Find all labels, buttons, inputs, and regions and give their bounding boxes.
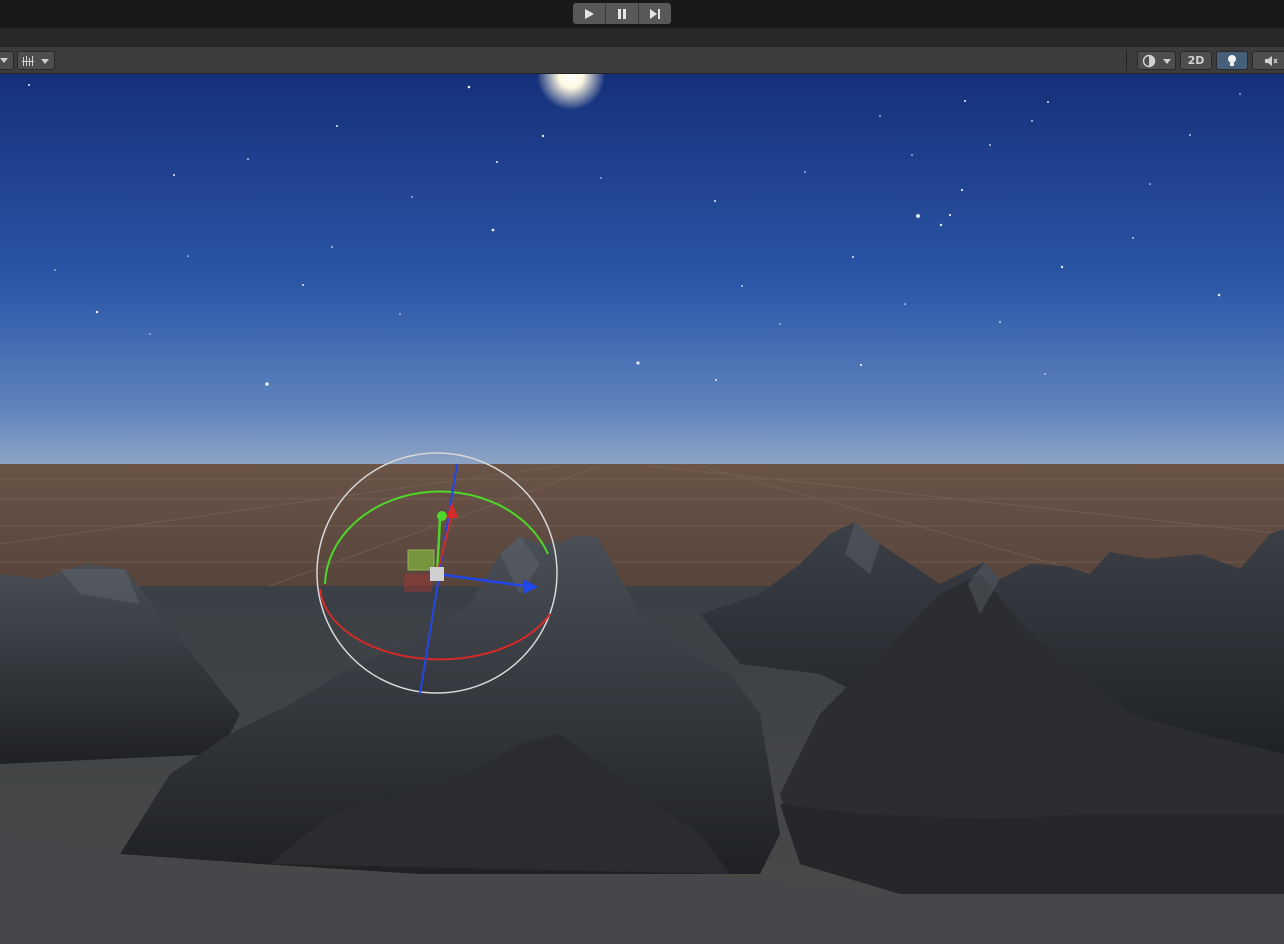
play-controls bbox=[573, 3, 671, 24]
2d-label: 2D bbox=[1187, 54, 1205, 67]
scene-view-toolbar: 2D bbox=[0, 47, 1284, 74]
gizmo-y-handle[interactable] bbox=[437, 511, 447, 521]
left-dropdown-button[interactable] bbox=[0, 51, 14, 70]
scene-render[interactable] bbox=[0, 74, 1284, 944]
tab-strip bbox=[0, 28, 1284, 47]
step-button[interactable] bbox=[639, 3, 671, 24]
light-bulb-icon bbox=[1228, 54, 1236, 66]
skybox bbox=[0, 74, 1284, 466]
grid-snapping-button[interactable] bbox=[17, 51, 55, 70]
play-mode-bar bbox=[0, 0, 1284, 28]
pause-button[interactable] bbox=[606, 3, 639, 24]
grid-snapping-icon bbox=[22, 55, 49, 66]
scene-viewport[interactable] bbox=[0, 74, 1284, 944]
play-button[interactable] bbox=[573, 3, 606, 24]
2d-toggle-button[interactable]: 2D bbox=[1180, 51, 1212, 70]
audio-toggle-button[interactable] bbox=[1252, 51, 1284, 70]
shading-mode-icon bbox=[1142, 54, 1171, 67]
lighting-toggle-button[interactable] bbox=[1216, 51, 1248, 70]
step-forward-icon bbox=[650, 8, 660, 19]
gizmo-plane-handle-xz[interactable] bbox=[404, 574, 432, 592]
gizmo-center-handle[interactable] bbox=[430, 567, 444, 581]
chevron-down-icon bbox=[0, 57, 8, 63]
toolbar-divider bbox=[1126, 50, 1127, 71]
audio-mute-icon bbox=[1264, 55, 1278, 66]
play-icon bbox=[585, 8, 594, 19]
draw-mode-dropdown[interactable] bbox=[1137, 51, 1176, 70]
pause-icon bbox=[618, 8, 626, 19]
terrain-cliff-right bbox=[780, 804, 1284, 894]
